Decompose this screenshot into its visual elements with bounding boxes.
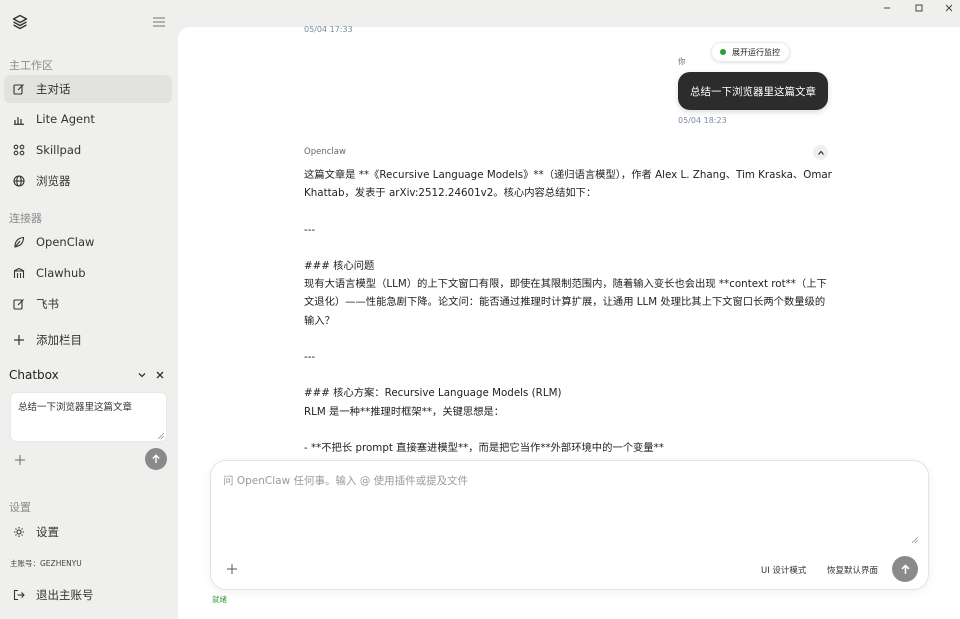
chevron-down-icon[interactable]	[137, 370, 147, 380]
sidebar-item-settings[interactable]: 设置	[4, 518, 172, 546]
logout-icon	[13, 589, 25, 601]
arrow-up-icon	[152, 454, 160, 463]
message-line: ---	[304, 350, 316, 363]
chevron-up-icon	[817, 150, 824, 155]
globe-icon	[13, 175, 25, 187]
run-monitor-label: 展开运行监控	[732, 47, 780, 57]
message-line	[304, 366, 832, 384]
chatbox-input-value: 总结一下浏览器里这篇文章	[18, 402, 133, 413]
minimize-icon[interactable]	[882, 3, 892, 13]
logout-button[interactable]: 退出主账号	[4, 581, 172, 609]
sidebar-item-clawhub[interactable]: Clawhub	[4, 259, 172, 287]
chatbox-attach-plus-icon[interactable]	[14, 454, 26, 466]
assistant-sender-label: Openclaw	[304, 147, 346, 157]
bar-chart-icon	[14, 117, 24, 125]
chatbox-header: Chatbox	[9, 368, 165, 384]
status-text: 就绪	[212, 595, 227, 604]
sidebar-item-label: 浏览器	[36, 174, 71, 188]
sidebar-item-label: 主对话	[36, 82, 71, 96]
message-composer: UI 设计模式 恢复默认界面	[210, 460, 929, 590]
run-monitor-toggle[interactable]: 展开运行监控	[711, 42, 790, 62]
chat-panel: 05/04 17:33 展开运行监控 你 总结一下浏览器里这篇文章 05/04 …	[178, 25, 960, 619]
building-icon	[13, 267, 25, 278]
message-line: ### 核心问题	[304, 259, 375, 272]
message-line: ---	[304, 223, 316, 236]
resize-grip-icon[interactable]	[158, 433, 164, 439]
chatbox-title: Chatbox	[9, 368, 59, 382]
resize-grip-icon[interactable]	[912, 537, 918, 543]
sidebar-item-feishu[interactable]: 飞书	[4, 290, 172, 318]
prev-message-timestamp: 05/04 17:33	[304, 25, 353, 34]
collapse-message-button[interactable]	[813, 145, 828, 160]
sidebar-item-label: Lite Agent	[36, 112, 95, 126]
sidebar-header	[12, 14, 168, 32]
message-line: RLM 是一种**推理时框架**，关键思想是：	[304, 405, 505, 418]
message-line: ### 核心方案：Recursive Language Models (RLM)	[304, 387, 562, 400]
sidebar-item-openclaw[interactable]: OpenClaw	[4, 228, 172, 256]
sidebar-item-label: Skillpad	[36, 143, 82, 157]
edit-icon	[13, 299, 24, 310]
message-line: 现有大语言模型（LLM）的上下文窗口有限，即使在其限制范围内，随着输入变长也会出…	[304, 278, 827, 327]
close-icon[interactable]	[155, 370, 165, 380]
account-label: 主账号：GEZHENYU	[10, 559, 82, 568]
arrow-up-icon	[900, 563, 910, 574]
message-line	[304, 239, 832, 257]
message-line	[304, 330, 832, 348]
edit-icon	[13, 84, 24, 95]
sidebar: 主工作区 主对话 Lite Agent Skillpad 浏览器 连接器 Ope…	[0, 0, 178, 619]
chatbox-send-button[interactable]	[145, 448, 167, 470]
close-window-icon[interactable]	[944, 3, 954, 13]
sidebar-item-skillpad[interactable]: Skillpad	[4, 136, 172, 164]
user-sender-label: 你	[678, 57, 686, 66]
section-label-settings: 设置	[9, 501, 31, 514]
sidebar-item-label: Clawhub	[36, 266, 86, 280]
ui-design-mode-button[interactable]: UI 设计模式	[761, 564, 806, 576]
add-column-button[interactable]: 添加栏目	[4, 326, 172, 354]
logout-label: 退出主账号	[36, 588, 94, 602]
sidebar-item-label: OpenClaw	[36, 235, 95, 249]
message-line: 这篇文章是 **《Recursive Language Models》**（递归…	[304, 169, 832, 200]
menu-icon[interactable]	[152, 15, 166, 29]
add-column-label: 添加栏目	[36, 333, 82, 347]
send-button[interactable]	[892, 556, 918, 582]
chatbox-input[interactable]: 总结一下浏览器里这篇文章	[10, 392, 167, 442]
section-label-connectors: 连接器	[9, 212, 42, 225]
sidebar-item-label: 飞书	[36, 297, 59, 311]
maximize-icon[interactable]	[914, 3, 924, 13]
sidebar-item-label: 设置	[36, 525, 59, 539]
message-line	[304, 202, 832, 220]
sidebar-item-lite-agent[interactable]: Lite Agent	[4, 105, 172, 133]
grid-icon	[13, 144, 25, 156]
message-input[interactable]	[223, 473, 913, 543]
attach-plus-icon[interactable]	[226, 563, 238, 575]
leaf-icon	[14, 236, 25, 248]
user-message-bubble: 总结一下浏览器里这篇文章	[678, 72, 828, 110]
assistant-message: 这篇文章是 **《Recursive Language Models》**（递归…	[304, 166, 832, 458]
plus-icon	[14, 335, 24, 345]
user-message-text: 总结一下浏览器里这篇文章	[690, 85, 816, 98]
status-dot	[720, 49, 726, 55]
message-line	[304, 421, 832, 439]
user-message-timestamp: 05/04 18:23	[678, 116, 727, 125]
sidebar-item-main-chat[interactable]: 主对话	[4, 75, 172, 103]
gear-icon	[14, 527, 24, 537]
restore-default-button[interactable]: 恢复默认界面	[827, 564, 878, 576]
sidebar-item-browser[interactable]: 浏览器	[4, 167, 172, 195]
section-label-workspace: 主工作区	[9, 59, 53, 72]
layers-logo-icon	[12, 14, 28, 30]
message-line: - **不把长 prompt 直接塞进模型**，而是把它当作**外部环境中的一个…	[304, 441, 664, 454]
